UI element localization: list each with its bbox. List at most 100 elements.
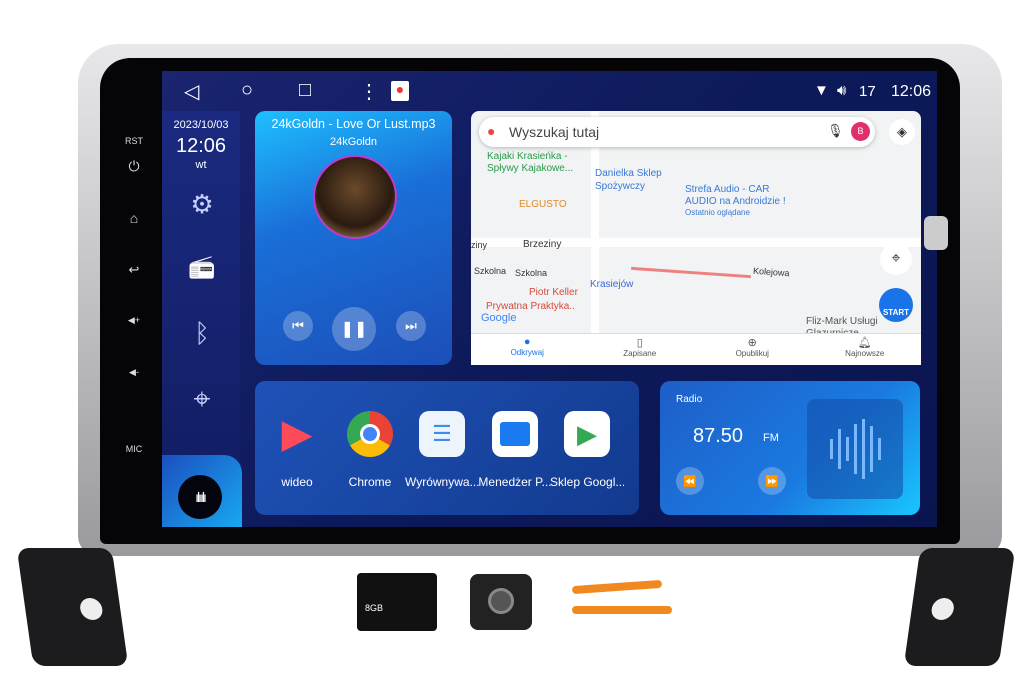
album-art (313, 155, 397, 239)
map-bottom-tabs: ● Odkrywaj ▯ Zapisane ⊕ Opublikuj 🔔︎ Najnows… (471, 333, 921, 365)
map-label: Spożywczy (595, 181, 646, 192)
next-button[interactable]: ⏭ (396, 311, 426, 341)
map-label: Szkolna (474, 266, 507, 276)
radio-band: FM (763, 432, 779, 444)
tab-opublikuj[interactable]: ⊕ Opublikuj (696, 334, 809, 365)
sidebar-time: 12:06 (175, 135, 227, 157)
microphone-icon[interactable]: 🎙︎ (827, 123, 844, 139)
layers-icon[interactable]: ◈ (889, 119, 915, 145)
pry-tool (571, 579, 663, 595)
pin-icon: ● (523, 336, 531, 348)
map-label: Ostatnio oglądane (685, 208, 750, 217)
maps-shortcut-icon[interactable]: ● (391, 81, 409, 101)
search-input[interactable]: Wyszukaj tutaj (509, 124, 599, 140)
volume-level: 17 (859, 83, 876, 100)
home-nav-button[interactable]: ○ (241, 79, 253, 102)
previous-button[interactable]: ⏮ (283, 311, 313, 341)
sd-card: 8GB (357, 573, 437, 631)
map-label: Kajaki Krasieńka - (487, 151, 568, 162)
menu-button[interactable]: ⋮ (359, 79, 379, 104)
tab-label: Zapisane (623, 349, 657, 358)
sd-card-capacity: 8GB (365, 603, 384, 613)
tab-zapisane[interactable]: ▯ Zapisane (584, 334, 697, 365)
track-title: 24kGoldn - Love Or Lust.mp3 (271, 117, 436, 131)
tab-label: Najnowsze (845, 349, 885, 358)
bluetooth-icon[interactable]: ᛒ (184, 318, 220, 349)
sidebar-day: wt (195, 159, 207, 171)
map-label: Strefa Audio - CAR (685, 184, 770, 195)
map-label: Piotr Keller (529, 287, 578, 298)
tab-najnowsze[interactable]: 🔔︎ Najnowsze (809, 334, 922, 365)
avatar[interactable]: B (851, 122, 870, 141)
audio-wave-icon (807, 399, 903, 499)
maps-logo-icon: ● (487, 123, 496, 139)
search-bar[interactable]: ● Wyszukaj tutaj 🎙︎ B (479, 117, 875, 147)
reverse-camera (470, 574, 532, 630)
play-store-icon: ▶ (564, 411, 610, 457)
map-label: Kolejowa (752, 265, 790, 279)
volume-down-button[interactable]: ◀- (122, 367, 146, 378)
bell-icon: 🔔︎ (857, 337, 872, 349)
back-nav-button[interactable]: ◁ (184, 79, 199, 104)
apps-widget: ▶ wideo Chrome ☰ Wyrównywa... Menedżer P..… (255, 381, 639, 515)
radio-icon[interactable]: 📻 (184, 254, 220, 280)
right-mount-bracket (903, 548, 1016, 666)
sidebar: 2023/10/03 12:06 wt ⚙ 📻 ᛒ ⌖ ılıılı (162, 111, 242, 527)
bookmark-icon: ▯ (636, 337, 643, 349)
rst-button[interactable]: RST (122, 136, 146, 146)
side-handle (924, 216, 948, 250)
track-artist: 24kGoldn (329, 136, 378, 148)
tab-label: Opublikuj (735, 349, 769, 358)
wifi-icon: ▼ (814, 82, 829, 99)
app-label: wideo (281, 475, 313, 489)
app-file-manager[interactable]: Menedżer P... (478, 411, 552, 489)
status-time: 12:06 (891, 83, 932, 100)
app-wideo[interactable]: ▶ wideo (260, 411, 334, 489)
mic-label: MIC (125, 444, 143, 454)
chrome-icon (347, 411, 393, 457)
power-button[interactable]: ⏻ (122, 158, 146, 175)
left-mount-bracket (16, 548, 129, 666)
music-widget: 24kGoldn - Love Or Lust.mp3 24kGoldn ⏮ ❚… (255, 111, 452, 365)
gear-icon[interactable]: ⚙ (184, 189, 220, 220)
forward-button[interactable]: ⏩ (758, 467, 786, 495)
map-label: Danielka Sklep (595, 168, 662, 179)
volume-icon: 🔊︎ (837, 82, 847, 99)
rewind-button[interactable]: ⏪ (676, 467, 704, 495)
app-label: Sklep Googl... (550, 475, 624, 489)
pause-button[interactable]: ❚❚ (332, 307, 376, 351)
folder-icon (492, 411, 538, 457)
tab-odkrywaj[interactable]: ● Odkrywaj (471, 334, 584, 365)
google-logo: Google (481, 312, 517, 324)
route-line (631, 266, 751, 279)
map-widget[interactable]: ● Wyszukaj tutaj 🎙︎ B ◈ Kajaki Krasieńka… (471, 111, 921, 365)
app-label: Wyrównywa... (405, 475, 479, 489)
map-label: Brzeziny (523, 239, 562, 250)
voice-assistant-button[interactable]: ılıılı (178, 475, 222, 519)
radio-frequency: 87.50 (693, 425, 744, 447)
home-hw-button[interactable]: ⌂ (122, 210, 146, 226)
recents-nav-button[interactable]: □ (299, 79, 311, 102)
volume-up-button[interactable]: ◀+ (122, 315, 146, 326)
start-navigation-button[interactable]: START (879, 288, 913, 322)
app-wyrownywarka[interactable]: ☰ Wyrównywa... (405, 411, 479, 489)
sidebar-date: 2023/10/03 (173, 119, 229, 131)
map-label: Szkolna (515, 268, 548, 278)
screen: ◁ ○ □ ⋮ ● ▼ 🔊︎ 17 12:06 2023/10/03 12:06… (162, 71, 937, 527)
map-label: Fliz-Mark Usługi (806, 316, 878, 327)
tab-label: Odkrywaj (510, 348, 544, 357)
back-hw-button[interactable]: ↩ (122, 262, 146, 278)
map-label: ELGUSTO (519, 199, 567, 210)
map-label: ziny (471, 240, 488, 250)
radio-widget: Radio 87.50 FM ⏪ ⏩ (660, 381, 920, 515)
map-label: Spływy Kajakowe... (487, 163, 574, 174)
pry-tool (572, 606, 672, 614)
my-location-button[interactable]: ⌖ (880, 243, 912, 275)
plus-circle-icon: ⊕ (747, 337, 757, 349)
location-icon[interactable]: ⌖ (184, 383, 220, 417)
map-label: Krasiejów (590, 279, 634, 290)
app-chrome[interactable]: Chrome (333, 411, 407, 489)
app-label: Chrome (348, 475, 392, 489)
app-play-store[interactable]: ▶ Sklep Googl... (550, 411, 624, 489)
video-play-icon: ▶ (281, 412, 313, 456)
